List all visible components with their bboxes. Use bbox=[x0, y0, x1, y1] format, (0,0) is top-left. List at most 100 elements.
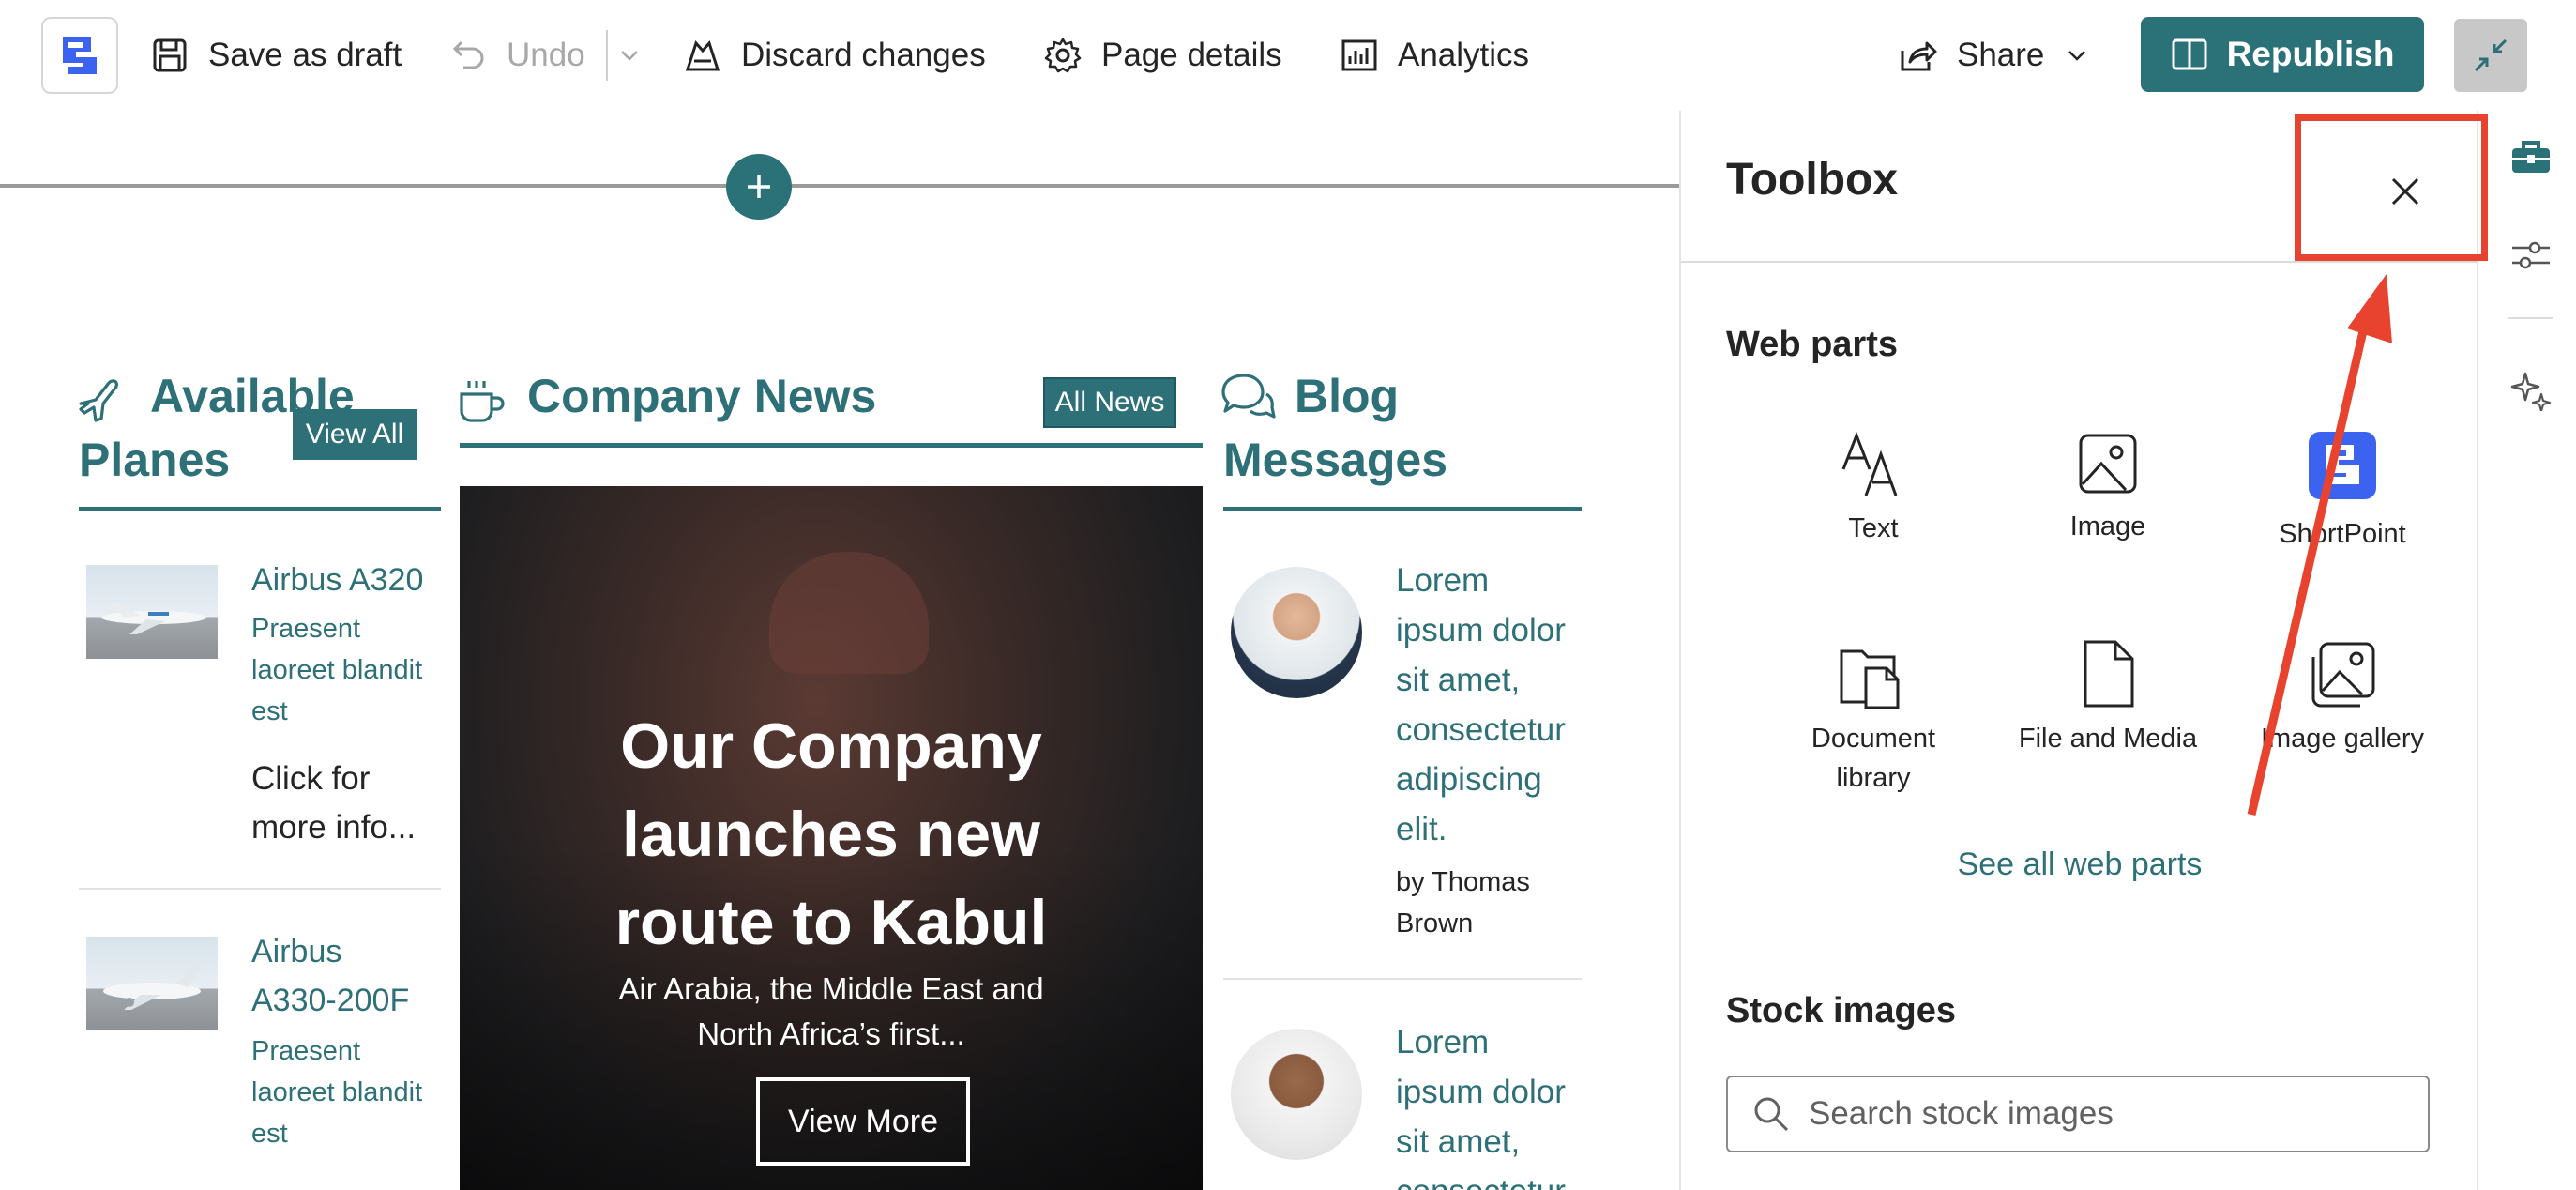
more-info-link[interactable]: more info... bbox=[251, 803, 416, 852]
blog-text-line: sit amet, bbox=[1396, 662, 1521, 698]
page-details-button[interactable]: Page details bbox=[1043, 24, 1282, 86]
undo-label: Undo bbox=[507, 37, 585, 73]
document-library-icon bbox=[1840, 649, 1900, 709]
analytics-button[interactable]: Analytics bbox=[1340, 24, 1529, 86]
avatar[interactable] bbox=[1231, 567, 1362, 698]
text-icon bbox=[1841, 431, 1898, 496]
web-part-image[interactable]: Image bbox=[1991, 430, 2225, 546]
plus-icon bbox=[748, 175, 770, 198]
app-logo[interactable] bbox=[41, 17, 118, 94]
stock-images-heading: Stock images bbox=[1726, 991, 1956, 1030]
news-summary: Air Arabia, the Middle East and North Af… bbox=[460, 967, 1203, 1057]
blog-underline bbox=[1223, 507, 1582, 511]
undo-dropdown[interactable] bbox=[614, 39, 645, 71]
right-rail bbox=[2480, 111, 2576, 1190]
author-line: Brown bbox=[1396, 908, 1474, 938]
toolbox-panel: Toolbox Web parts Text Image ShortPoint … bbox=[1679, 111, 2478, 1190]
view-all-button[interactable]: View All bbox=[293, 409, 417, 460]
stock-search-box[interactable] bbox=[1726, 1076, 2430, 1152]
web-part-label: Image gallery bbox=[2260, 724, 2425, 754]
collapse-button[interactable] bbox=[2454, 19, 2527, 92]
sparkle-icon bbox=[2510, 372, 2552, 411]
plane-thumbnail[interactable] bbox=[86, 565, 218, 659]
command-bar: Save as draft Undo Discard changes Page … bbox=[0, 0, 2576, 111]
blog-post-text[interactable]: Lorem ipsum dolor sit amet, consectetur … bbox=[1396, 556, 1566, 854]
save-draft-button[interactable]: Save as draft bbox=[150, 24, 402, 86]
blog-text-line: sit amet, bbox=[1396, 1123, 1521, 1160]
book-icon bbox=[2172, 38, 2207, 70]
author-line: by Thomas bbox=[1396, 867, 1530, 897]
web-part-label: ShortPoint bbox=[2279, 519, 2406, 549]
undo-icon bbox=[452, 40, 484, 69]
sliders-icon bbox=[2512, 241, 2550, 269]
discard-label: Discard changes bbox=[741, 37, 986, 73]
chevron-down-icon bbox=[621, 51, 638, 61]
blog-text-line: Lorem bbox=[1396, 562, 1490, 599]
see-all-web-parts-link[interactable]: See all web parts bbox=[1681, 847, 2478, 883]
republish-label: Republish bbox=[2226, 35, 2395, 73]
web-part-shortpoint[interactable]: ShortPoint bbox=[2225, 430, 2460, 554]
blog-text-line: elit. bbox=[1396, 811, 1447, 847]
planes-underline bbox=[79, 507, 441, 511]
section-divider bbox=[0, 184, 1685, 188]
blog-text-line: consectetur bbox=[1396, 711, 1566, 748]
airplane-photo-icon bbox=[103, 965, 201, 1010]
republish-button[interactable]: Republish bbox=[2141, 17, 2424, 92]
news-hero-card[interactable]: Our Company launches new route to Kabul … bbox=[460, 486, 1203, 1190]
web-part-image-gallery[interactable]: Image gallery bbox=[2225, 640, 2460, 758]
chat-bubbles-icon bbox=[1221, 374, 1276, 419]
all-news-button[interactable]: All News bbox=[1043, 377, 1176, 428]
add-section-button[interactable] bbox=[726, 154, 792, 220]
copilot-tab[interactable] bbox=[2508, 368, 2553, 413]
web-parts-heading: Web parts bbox=[1726, 325, 1899, 364]
toolbox-divider bbox=[1681, 261, 2478, 263]
toolbox-title: Toolbox bbox=[1726, 155, 1899, 205]
shortpoint-icon bbox=[2309, 432, 2376, 499]
share-label: Share bbox=[1957, 37, 2045, 73]
share-icon bbox=[1901, 41, 1937, 71]
stock-search-input[interactable] bbox=[1809, 1095, 2390, 1133]
search-icon bbox=[1754, 1097, 1789, 1132]
view-more-button[interactable]: View More bbox=[756, 1077, 970, 1166]
blog-text-line: ipsum dolor bbox=[1396, 612, 1566, 648]
image-gallery-icon bbox=[2311, 642, 2375, 708]
headline-line: route to Kabul bbox=[614, 887, 1048, 958]
properties-tab[interactable] bbox=[2508, 233, 2553, 278]
web-part-label: File and Media bbox=[2018, 724, 2198, 754]
image-icon bbox=[2079, 434, 2137, 494]
airplane-icon bbox=[79, 379, 118, 422]
list-divider bbox=[1223, 978, 1582, 980]
plane-title[interactable]: Airbus bbox=[251, 927, 341, 976]
web-part-text[interactable]: Text bbox=[1756, 428, 1991, 548]
blog-title-line2: Messages bbox=[1223, 434, 1448, 486]
plane-desc-line: laoreet blandit bbox=[251, 1077, 423, 1107]
analytics-label: Analytics bbox=[1398, 37, 1530, 73]
plane-title[interactable]: Airbus A320 bbox=[251, 556, 423, 604]
undo-button[interactable]: Undo bbox=[448, 24, 585, 86]
web-part-file-and-media[interactable]: File and Media bbox=[1991, 638, 2225, 758]
plane-title[interactable]: A330-200F bbox=[251, 976, 409, 1025]
web-part-label: Text bbox=[1848, 513, 1899, 543]
page-canvas: Available Planes View All Airbus A320 Pr… bbox=[0, 111, 1685, 1190]
analytics-icon bbox=[1341, 39, 1377, 71]
summary-line: North Africa’s first... bbox=[697, 1016, 965, 1051]
toolbox-icon bbox=[2512, 141, 2550, 173]
news-headline: Our Company launches new route to Kabul bbox=[460, 702, 1203, 967]
headline-line: Our Company bbox=[620, 710, 1042, 782]
web-part-document-library[interactable]: Document library bbox=[1756, 642, 1991, 798]
news-underline bbox=[460, 443, 1203, 448]
plane-thumbnail[interactable] bbox=[86, 937, 218, 1030]
more-info-link[interactable]: Click for bbox=[251, 755, 370, 803]
web-part-label: Image bbox=[2069, 511, 2146, 542]
blog-post-text[interactable]: Lorem ipsum dolor sit amet, consectetur bbox=[1396, 1017, 1566, 1190]
list-divider bbox=[79, 888, 441, 890]
headline-line: launches new bbox=[622, 799, 1040, 870]
share-button[interactable]: Share bbox=[1899, 24, 2093, 86]
plane-desc-line: est bbox=[251, 1119, 288, 1149]
toolbox-tab[interactable] bbox=[2508, 135, 2553, 180]
airplane-photo-icon bbox=[101, 603, 206, 634]
blog-text-line: consectetur bbox=[1396, 1167, 1566, 1190]
avatar[interactable] bbox=[1231, 1029, 1362, 1160]
summary-line: Air Arabia, the Middle East and bbox=[618, 971, 1044, 1006]
discard-changes-button[interactable]: Discard changes bbox=[683, 24, 986, 86]
